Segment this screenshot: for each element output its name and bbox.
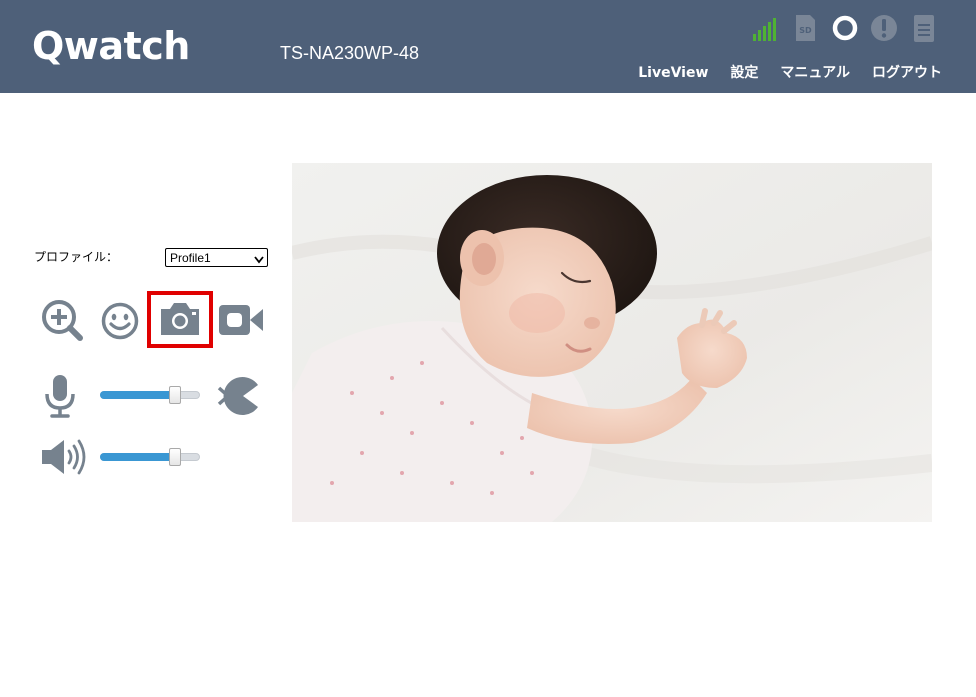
profile-select-value: Profile1	[170, 251, 211, 265]
speaker-volume-thumb[interactable]	[169, 448, 181, 466]
video-record-icon[interactable]	[218, 302, 264, 342]
svg-text:SD: SD	[799, 26, 812, 35]
profile-select[interactable]: Profile1	[165, 248, 268, 267]
wifi-signal-icon	[750, 14, 778, 46]
video-frame-image	[292, 163, 932, 522]
battery-icon	[913, 14, 935, 46]
device-name: TS-NA230WP-48	[280, 43, 420, 63]
header-bar: Qwatch TS-NA230WP-48 SD LiveView 設定 マニュア…	[0, 0, 976, 93]
chevron-down-icon	[254, 253, 264, 267]
live-video-feed[interactable]	[292, 163, 932, 522]
qwatch-logo[interactable]: Qwatch	[32, 22, 190, 70]
profile-label: プロファイル：	[34, 250, 119, 264]
speaker-volume-fill	[100, 453, 173, 461]
zoom-in-icon[interactable]	[40, 298, 84, 346]
speaker-volume-slider[interactable]	[100, 447, 202, 467]
sd-card-icon: SD	[793, 14, 817, 46]
snapshot-highlight-box	[147, 291, 213, 348]
nav-manual[interactable]: マニュアル	[780, 63, 850, 83]
speaker-icon[interactable]	[40, 438, 88, 480]
microphone-icon[interactable]	[44, 374, 76, 422]
record-status-icon	[831, 14, 859, 46]
main-nav: LiveView 設定 マニュアル ログアウト	[638, 63, 942, 83]
face-detection-icon[interactable]	[101, 302, 139, 344]
nav-liveview[interactable]: LiveView	[638, 63, 708, 83]
nav-logout[interactable]: ログアウト	[872, 63, 942, 83]
talk-icon[interactable]	[216, 376, 262, 420]
mic-volume-thumb[interactable]	[169, 386, 181, 404]
alert-icon	[870, 14, 898, 46]
nav-settings[interactable]: 設定	[730, 63, 758, 83]
mic-volume-slider[interactable]	[100, 385, 202, 405]
mic-volume-fill	[100, 391, 173, 399]
